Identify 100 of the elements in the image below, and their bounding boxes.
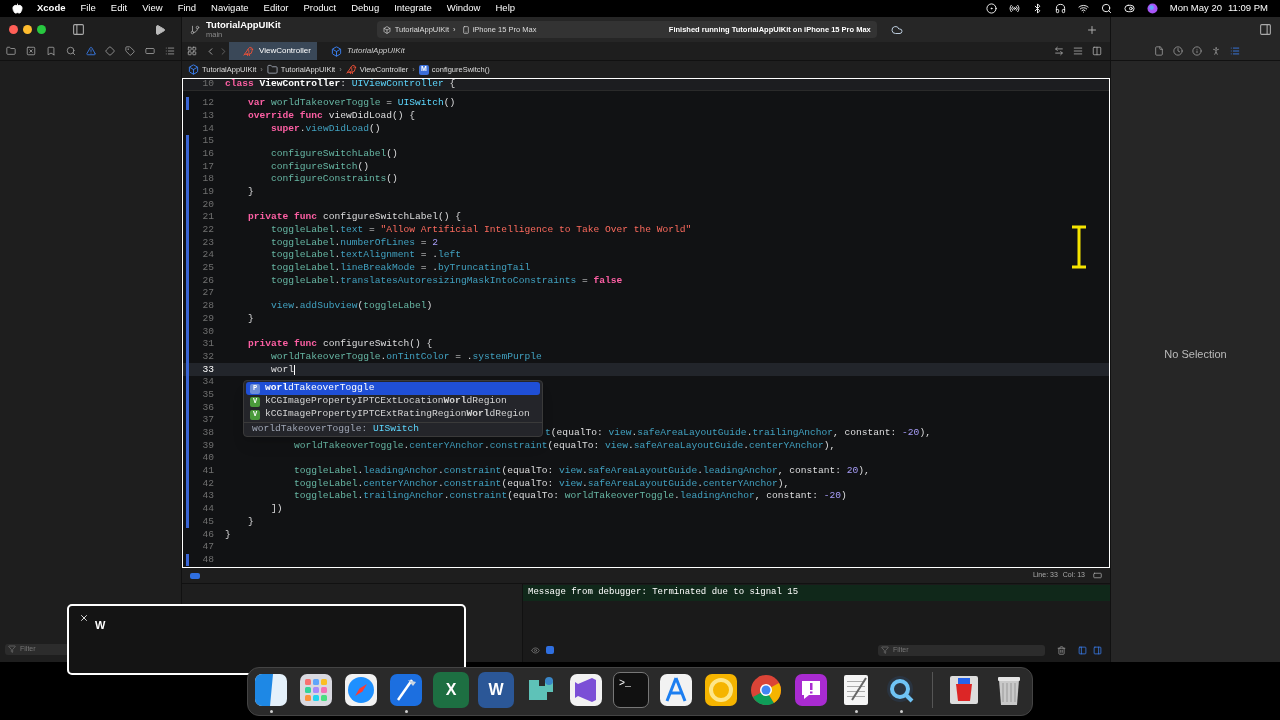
menu-item[interactable]: Integrate [394, 1, 432, 16]
left-pane-icon[interactable] [1078, 645, 1087, 655]
code-line: ]) [270, 502, 283, 517]
keystroke-text: W [95, 618, 106, 633]
line-number: 21 [201, 210, 214, 225]
code-editor[interactable] [182, 78, 1110, 568]
editor-tab[interactable]: ViewController [229, 42, 317, 60]
filter-icon [881, 646, 889, 654]
person-icon[interactable] [1211, 46, 1221, 56]
menu-clock[interactable]: Mon May 20 11:09 PM [1169, 1, 1268, 16]
menu-item[interactable]: Edit [110, 1, 128, 16]
code-line: } [225, 527, 231, 542]
line-number: 15 [201, 134, 214, 149]
ring-icon[interactable] [703, 672, 739, 708]
editor-tab[interactable]: TutorialAppUIKit [317, 42, 405, 60]
close-window-button[interactable] [9, 25, 18, 34]
ribbon-icon[interactable] [568, 672, 604, 708]
cloud-icon[interactable] [890, 23, 903, 36]
menu-item[interactable]: Navigate [211, 1, 249, 16]
control-center-icon[interactable] [1123, 3, 1135, 14]
code-line: toggleLabel.trailingAnchor.constraint(equalTo: worldTakeoverToggle.leadingAnchor, constant: -20) [293, 489, 847, 504]
sidebar-icon[interactable] [72, 23, 85, 36]
right-pane-icon[interactable] [1093, 645, 1102, 655]
menu-item[interactable]: Find [177, 1, 197, 16]
document-icon[interactable]: W [478, 672, 514, 708]
apple-icon[interactable] [12, 3, 23, 14]
code-line: configureConstraints() [270, 172, 398, 187]
menu-item[interactable]: Editor [263, 1, 289, 16]
eye-icon[interactable] [531, 645, 540, 655]
debug-toggle-icon[interactable] [190, 572, 200, 579]
console-filter-icon[interactable] [546, 646, 554, 654]
square-x-icon[interactable] [25, 46, 36, 56]
info-icon[interactable] [1192, 46, 1202, 56]
search-icon[interactable] [1100, 3, 1112, 14]
code-line: private func configureSwitch() { [247, 337, 433, 352]
code-line: toggleLabel.leadingAnchor.constraint(equalTo: view.safeAreaLayoutGuide.leadingAnchor, constant: 20), [293, 464, 870, 479]
code-line: configureSwitchLabel() [270, 146, 398, 161]
broadcast-icon[interactable] [1008, 3, 1020, 14]
code-line: t(equalTo: view.safeAreaLayoutGuide.trailingAnchor, constant: -20), [545, 426, 931, 441]
lines-icon[interactable] [1073, 46, 1083, 56]
line-number: 47 [201, 540, 214, 555]
headphones-icon[interactable] [1054, 3, 1066, 14]
clock-icon[interactable] [1173, 46, 1183, 56]
line-number: 45 [201, 514, 214, 529]
orb-icon[interactable] [1146, 3, 1158, 14]
menu-item[interactable]: Help [495, 1, 516, 16]
menu-item[interactable]: Xcode [37, 1, 66, 16]
code-line: toggleLabel.translatesAutoresizingMaskIntoConstraints = false [270, 273, 623, 288]
line-number: 23 [201, 235, 214, 250]
menu-item[interactable]: Window [446, 1, 481, 16]
grid-icon[interactable] [187, 46, 197, 56]
rectangle-icon[interactable] [145, 46, 156, 56]
compass-icon[interactable] [343, 672, 379, 708]
zoom-window-button[interactable] [37, 25, 46, 34]
line-number: 43 [201, 489, 214, 504]
line-number: 17 [201, 159, 214, 174]
menu-item[interactable]: File [80, 1, 96, 16]
menu-item[interactable]: Debug [351, 1, 380, 16]
spreadsheet-icon[interactable]: X [433, 672, 469, 708]
speech-bubble-icon[interactable] [793, 672, 829, 708]
record-icon[interactable] [985, 3, 997, 14]
globe-icon[interactable] [748, 672, 784, 708]
line-number: 48 [201, 552, 214, 567]
hammer-icon[interactable] [388, 672, 424, 708]
code-line: } [247, 184, 254, 199]
tag-icon[interactable] [125, 46, 136, 56]
file-icon[interactable] [1154, 46, 1164, 56]
split-square-icon[interactable] [253, 672, 289, 708]
line-number: 14 [201, 121, 214, 136]
bookmark-icon[interactable] [45, 46, 56, 56]
add-icon[interactable] [1086, 23, 1098, 36]
branch-icon[interactable] [190, 24, 200, 35]
close-icon[interactable] [79, 613, 89, 623]
drafting-icon[interactable] [658, 672, 694, 708]
panel-icon[interactable] [1093, 571, 1102, 580]
line-number: 40 [201, 451, 214, 466]
list-icon[interactable] [165, 46, 175, 56]
menu-item[interactable]: View [142, 1, 163, 16]
bird-icon [345, 64, 357, 75]
line-number: 16 [201, 146, 214, 161]
grid-icon[interactable] [298, 672, 334, 708]
menu-item[interactable]: Product [303, 1, 337, 16]
folder-icon[interactable] [6, 46, 16, 56]
terminal-icon[interactable]: >_ [613, 672, 649, 708]
inspector-toggle-icon[interactable] [1259, 23, 1272, 36]
code-line: override func viewDidLoad() { [247, 108, 415, 123]
split-icon[interactable] [1092, 46, 1102, 56]
play-icon[interactable] [154, 23, 166, 36]
line-number: 20 [201, 197, 214, 212]
line-number: 44 [201, 502, 214, 517]
diamond-icon[interactable] [105, 46, 116, 56]
line-number: 13 [201, 108, 214, 123]
folder-icon [266, 64, 278, 75]
minimize-window-button[interactable] [23, 25, 32, 34]
arrows-icon[interactable] [1054, 46, 1064, 56]
wifi-icon[interactable] [1077, 3, 1089, 14]
line-number: 25 [201, 261, 214, 276]
line-number: 46 [201, 527, 214, 542]
warning-icon[interactable] [85, 46, 96, 56]
code-line: private func configureSwitchLabel() { [247, 210, 462, 225]
